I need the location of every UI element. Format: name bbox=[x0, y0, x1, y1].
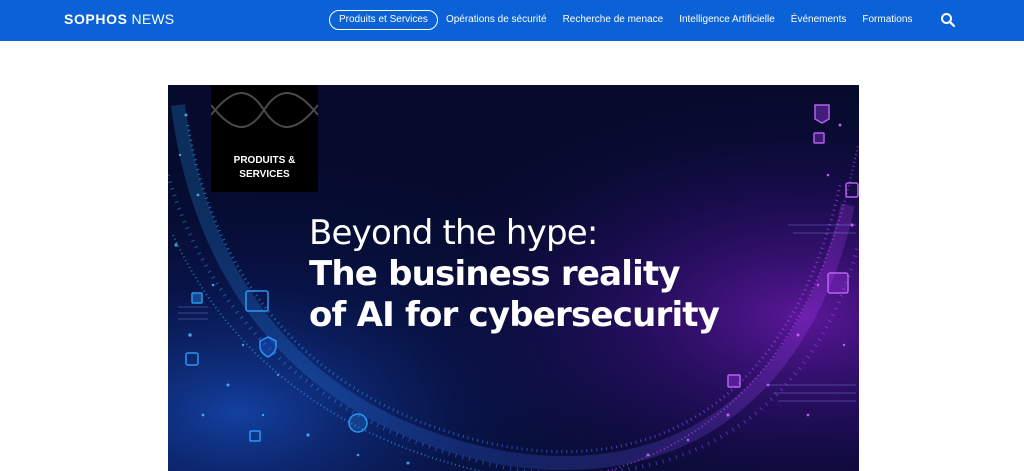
nav-item-intelligence-artificielle[interactable]: Intelligence Artificielle bbox=[671, 10, 783, 30]
search-icon bbox=[941, 13, 956, 28]
main-navigation: Produits et Services Opérations de sécur… bbox=[329, 10, 920, 30]
nav-item-evenements[interactable]: Événements bbox=[783, 10, 855, 30]
sophos-news-logo[interactable]: SOPHOS NEWS bbox=[64, 11, 174, 27]
nav-item-recherche-de-menace[interactable]: Recherche de menace bbox=[555, 10, 672, 30]
nav-item-formations[interactable]: Formations bbox=[854, 10, 920, 30]
hero-image[interactable]: PRODUITS & SERVICES Beyond the hype: The… bbox=[168, 85, 859, 471]
category-tag[interactable]: PRODUITS & SERVICES bbox=[211, 85, 318, 192]
nav-item-operations-de-securite[interactable]: Opérations de sécurité bbox=[438, 10, 555, 30]
site-header: SOPHOS NEWS Produits et Services Opératio… bbox=[0, 0, 1024, 41]
hero-headline: Beyond the hype: The business reality of… bbox=[309, 213, 720, 336]
headline-line-2: The business reality bbox=[309, 254, 681, 294]
category-tag-label: PRODUITS & SERVICES bbox=[233, 155, 296, 180]
search-button[interactable] bbox=[940, 12, 956, 28]
nav-item-produits-et-services[interactable]: Produits et Services bbox=[329, 10, 438, 30]
headline-line-3: of AI for cybersecurity bbox=[309, 295, 720, 335]
logo-secondary: NEWS bbox=[131, 11, 175, 27]
headline-line-1: Beyond the hype: bbox=[309, 213, 598, 253]
logo-primary: SOPHOS bbox=[64, 11, 128, 27]
